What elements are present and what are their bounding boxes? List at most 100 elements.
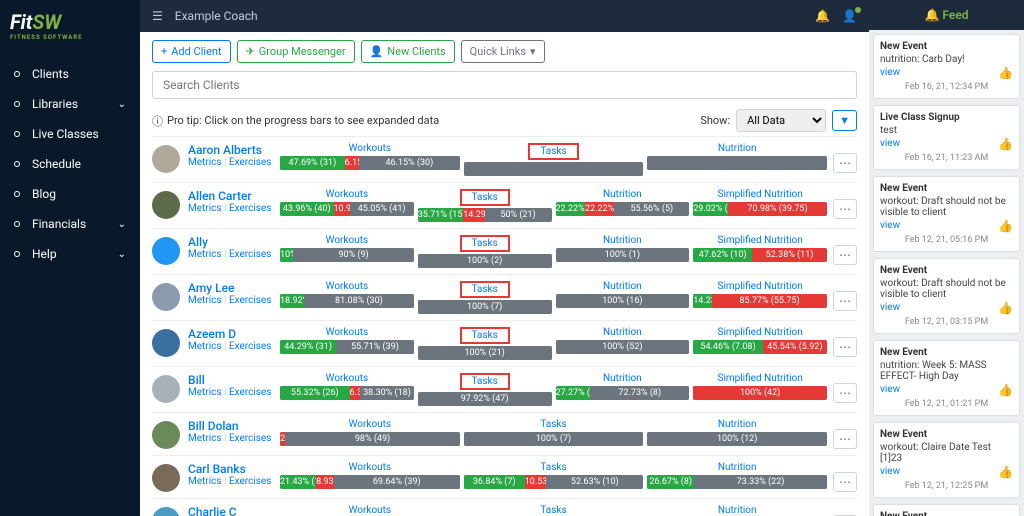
- nav-blog[interactable]: Blog: [0, 179, 140, 209]
- client-name[interactable]: Azeem D: [188, 327, 280, 341]
- more-button[interactable]: ⋯: [833, 291, 857, 311]
- client-sublinks[interactable]: Metrics | Exercises: [188, 433, 280, 444]
- progress-bar[interactable]: 44.29% (31)55.71% (39): [280, 340, 414, 354]
- more-button[interactable]: ⋯: [833, 337, 857, 357]
- avatar[interactable]: [152, 191, 180, 219]
- nav-clients[interactable]: Clients: [0, 59, 140, 89]
- pro-tip: Pro tip: Click on the progress bars to s…: [167, 114, 439, 127]
- feed-view-link[interactable]: view: [880, 384, 1013, 395]
- progress-bar[interactable]: 100% (7): [464, 432, 644, 446]
- nav-financials[interactable]: Financials⌄: [0, 209, 140, 239]
- client-sublinks[interactable]: Metrics | Exercises: [188, 387, 280, 398]
- progress-bar[interactable]: 26.67% (8)73.33% (22): [647, 475, 827, 489]
- more-button[interactable]: ⋯: [833, 429, 857, 449]
- feed-view-link[interactable]: view: [880, 220, 1013, 231]
- client-sublinks[interactable]: Metrics | Exercises: [188, 476, 280, 487]
- thumb-icon[interactable]: 👍: [998, 301, 1013, 315]
- filter-select[interactable]: All Data: [736, 109, 826, 132]
- feed-view-link[interactable]: view: [880, 466, 1013, 477]
- progress-bar[interactable]: 100% (12): [647, 432, 827, 446]
- client-name[interactable]: Charlie C: [188, 505, 280, 516]
- progress-bar[interactable]: 298% (49): [280, 432, 460, 446]
- client-name[interactable]: Allen Carter: [188, 189, 280, 203]
- progress-bar[interactable]: [647, 156, 827, 170]
- more-button[interactable]: ⋯: [833, 199, 857, 219]
- client-sublinks[interactable]: Metrics | Exercises: [188, 157, 280, 168]
- client-name[interactable]: Carl Banks: [188, 462, 280, 476]
- progress-bar[interactable]: 27.27% (3)72.73% (8): [556, 386, 690, 400]
- thumb-icon[interactable]: 👍: [998, 383, 1013, 397]
- client-sublinks[interactable]: Metrics | Exercises: [188, 295, 280, 306]
- progress-bar[interactable]: 47.62% (10)52.38% (11): [693, 248, 827, 262]
- more-button[interactable]: ⋯: [833, 383, 857, 403]
- thumb-icon[interactable]: 👍: [998, 66, 1013, 80]
- quick-links-dropdown[interactable]: Quick Links ▾: [461, 40, 545, 63]
- progress-bar[interactable]: 100% (1): [556, 248, 690, 262]
- avatar[interactable]: [152, 145, 180, 173]
- feed-view-link[interactable]: view: [880, 302, 1013, 313]
- progress-bar[interactable]: 54.46% (7.08)45.54% (5.92): [693, 340, 827, 354]
- feed-view-link[interactable]: view: [880, 138, 1013, 149]
- client-name[interactable]: Bill: [188, 373, 280, 387]
- feed-text: workout: Draft should not be visible to …: [880, 196, 1013, 218]
- bell-icon[interactable]: 🔔: [815, 9, 830, 23]
- avatar[interactable]: [152, 237, 180, 265]
- client-sublinks[interactable]: Metrics | Exercises: [188, 341, 280, 352]
- progress-bar[interactable]: 100% (7): [418, 300, 552, 314]
- more-button[interactable]: ⋯: [833, 472, 857, 492]
- menu-icon[interactable]: ☰: [152, 9, 163, 23]
- progress-bar[interactable]: 22.22% (222.22%55.56% (5): [556, 202, 690, 216]
- filter-button[interactable]: ▼: [832, 110, 857, 131]
- user-icon[interactable]: 👤: [842, 9, 857, 23]
- progress-bar[interactable]: 36.84% (7)10.5352.63% (10): [464, 475, 644, 489]
- group-messenger-button[interactable]: ✈ Group Messenger: [237, 40, 355, 63]
- progress-bar[interactable]: 100% (42): [693, 386, 827, 400]
- progress-bar[interactable]: 55.32% (26)6.338.30% (18): [280, 386, 414, 400]
- feed-card: Live Class Signuptestview👍Feb 16, 21, 11…: [873, 105, 1020, 170]
- avatar[interactable]: [152, 507, 180, 516]
- client-sublinks[interactable]: Metrics | Exercises: [188, 203, 280, 214]
- avatar[interactable]: [152, 375, 180, 403]
- bar-label: Simplified Nutrition: [693, 327, 827, 338]
- feed-card: New Eventnutrition: Carb Day!view👍Feb 16…: [873, 34, 1020, 99]
- avatar[interactable]: [152, 329, 180, 357]
- progress-bar[interactable]: 100% (2): [418, 254, 552, 268]
- bar-label: Tasks: [460, 373, 510, 390]
- nav-help[interactable]: Help⌄: [0, 239, 140, 269]
- client-name[interactable]: Amy Lee: [188, 281, 280, 295]
- client-name[interactable]: Ally: [188, 235, 280, 249]
- new-clients-button[interactable]: 👤 New Clients: [361, 40, 455, 63]
- progress-bar[interactable]: 43.96% (40)10.9945.05% (41): [280, 202, 414, 216]
- client-name[interactable]: Bill Dolan: [188, 419, 280, 433]
- search-input[interactable]: [152, 71, 857, 99]
- avatar[interactable]: [152, 464, 180, 492]
- progress-bar[interactable]: 97.92% (47): [418, 392, 552, 406]
- avatar[interactable]: [152, 283, 180, 311]
- progress-bar[interactable]: 21.43% (12)8.9369.64% (39): [280, 475, 460, 489]
- thumb-icon[interactable]: 👍: [998, 219, 1013, 233]
- progress-bar[interactable]: 100% (16): [556, 294, 690, 308]
- client-sublinks[interactable]: Metrics | Exercises: [188, 249, 280, 260]
- progress-bar[interactable]: 47.69% (31)6.1546.15% (30): [280, 156, 460, 170]
- feed-header: 🔔 Feed: [869, 0, 1024, 30]
- thumb-icon[interactable]: 👍: [998, 465, 1013, 479]
- progress-bar[interactable]: 100% (52): [556, 340, 690, 354]
- progress-bar[interactable]: 18.92%81.08% (30): [280, 294, 414, 308]
- nav-schedule[interactable]: Schedule: [0, 149, 140, 179]
- progress-bar[interactable]: 100% (21): [418, 346, 552, 360]
- nav-libraries[interactable]: Libraries⌄: [0, 89, 140, 119]
- progress-bar[interactable]: 14.2385.77% (55.75): [693, 294, 827, 308]
- progress-bar[interactable]: [464, 162, 644, 176]
- progress-bar[interactable]: 10%90% (9): [280, 248, 414, 262]
- feed-text: nutrition: Week 5: MASS EFFECT- High Day: [880, 360, 1013, 382]
- more-button[interactable]: ⋯: [833, 245, 857, 265]
- feed-view-link[interactable]: view: [880, 67, 1013, 78]
- nav-live-classes[interactable]: Live Classes: [0, 119, 140, 149]
- progress-bar[interactable]: 29.02% (1770.98% (39.75): [693, 202, 827, 216]
- more-button[interactable]: ⋯: [833, 153, 857, 173]
- client-name[interactable]: Aaron Alberts: [188, 143, 280, 157]
- add-client-button[interactable]: + Add Client: [152, 40, 231, 63]
- avatar[interactable]: [152, 421, 180, 449]
- progress-bar[interactable]: 35.71% (15)14.29%50% (21): [418, 208, 552, 222]
- thumb-icon[interactable]: 👍: [998, 137, 1013, 151]
